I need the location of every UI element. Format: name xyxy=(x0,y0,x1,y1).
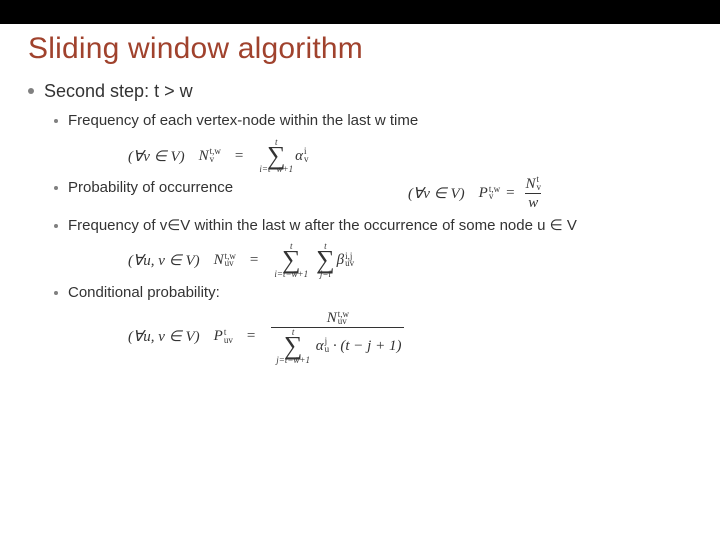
bullet-freq-vertex: Frequency of each vertex-node within the… xyxy=(54,111,692,131)
f1-quant: (∀v ∈ V) xyxy=(128,147,185,166)
f2-P: P xyxy=(479,185,488,202)
f2-den: w xyxy=(525,193,541,212)
f2-eq: = xyxy=(506,185,514,202)
f4-den-sig-bot: j=t−w+1 xyxy=(276,356,310,365)
f2-P-sub: v xyxy=(489,193,500,201)
f4-quant: (∀u, v ∈ V) xyxy=(128,327,200,346)
f3-sig1-bot: i=t−w+1 xyxy=(274,270,308,279)
f3-sig2-bot: j=i xyxy=(320,270,331,279)
f4-den-tail: · (t − j + 1) xyxy=(329,338,401,354)
f3-quant: (∀u, v ∈ V) xyxy=(128,251,200,270)
f3-sigma1: t ∑ i=t−w+1 xyxy=(274,242,308,279)
f4-frac: Nt,wuv t ∑ j=t−w+1 αju · (t − j + 1) xyxy=(271,309,404,365)
f3-beta: β xyxy=(337,252,344,269)
bullet-dot-sm xyxy=(54,224,58,228)
bullet-dot-sm xyxy=(54,291,58,295)
f3-beta-sub: uv xyxy=(345,260,354,268)
bullet-dot-sm xyxy=(54,119,58,123)
bullet-dot xyxy=(28,88,34,94)
slide-title: Sliding window algorithm xyxy=(28,32,692,66)
f2-num-sub: v xyxy=(537,184,542,192)
sigma-symbol: ∑ xyxy=(267,146,286,167)
f4-den-sigma: t ∑ j=t−w+1 xyxy=(276,328,310,365)
f2-frac: Ntv w xyxy=(523,175,545,212)
f1-sig-bot: i=t−w+1 xyxy=(259,165,293,174)
bullet-cond-prob-text: Conditional probability: xyxy=(68,283,220,303)
f1-N-sub: v xyxy=(210,156,221,164)
slide-body: Sliding window algorithm Second step: t … xyxy=(0,24,720,375)
sigma-symbol: ∑ xyxy=(316,250,335,271)
title-bar-strip xyxy=(0,0,720,24)
f2-num-N: N xyxy=(526,176,536,192)
bullet-freq-pair: Frequency of v∈V within the last w after… xyxy=(54,216,692,236)
bullet-freq-vertex-text: Frequency of each vertex-node within the… xyxy=(68,111,418,131)
formula-freq-pair: (∀u, v ∈ V) Nt,wuv = t ∑ i=t−w+1 t ∑ j=i… xyxy=(128,242,692,279)
f4-num-N: N xyxy=(327,310,337,326)
f1-sigma: t ∑ i=t−w+1 xyxy=(259,138,293,175)
f3-N-sub: uv xyxy=(225,260,236,268)
bullet-dot-sm xyxy=(54,186,58,190)
f2-quant: (∀v ∈ V) xyxy=(408,184,465,203)
bullet-cond-prob: Conditional probability: xyxy=(54,283,692,303)
f1-N: N xyxy=(199,148,209,165)
formula-freq-vertex: (∀v ∈ V) Nt,wv = t ∑ i=t−w+1 αiv xyxy=(128,138,692,175)
f4-den-alpha: α xyxy=(316,338,324,354)
f3-N: N xyxy=(214,252,224,269)
f4-P: P xyxy=(214,328,223,345)
bullet-prob-occ-text: Probability of occurrence xyxy=(68,178,233,198)
sigma-symbol: ∑ xyxy=(282,250,301,271)
formula-cond-prob: (∀u, v ∈ V) Ptuv = Nt,wuv t ∑ j=t−w+1 αj… xyxy=(128,309,692,365)
f4-num-sub: uv xyxy=(338,318,349,326)
bullet-step: Second step: t > w xyxy=(28,80,692,103)
f4-eq: = xyxy=(247,328,255,345)
f1-eq: = xyxy=(235,148,243,165)
bullet-step-text: Second step: t > w xyxy=(44,80,193,103)
f1-alpha-sub: v xyxy=(304,156,309,164)
f4-P-sub: uv xyxy=(224,337,233,345)
f3-sigma2: t ∑ j=i xyxy=(316,242,335,279)
sigma-symbol: ∑ xyxy=(284,336,303,357)
bullet-freq-pair-text: Frequency of v∈V within the last w after… xyxy=(68,216,577,236)
f3-eq: = xyxy=(250,252,258,269)
f1-alpha: α xyxy=(295,148,303,165)
formula-prob-occ: (∀v ∈ V) Pt,wv = Ntv w xyxy=(408,175,692,212)
